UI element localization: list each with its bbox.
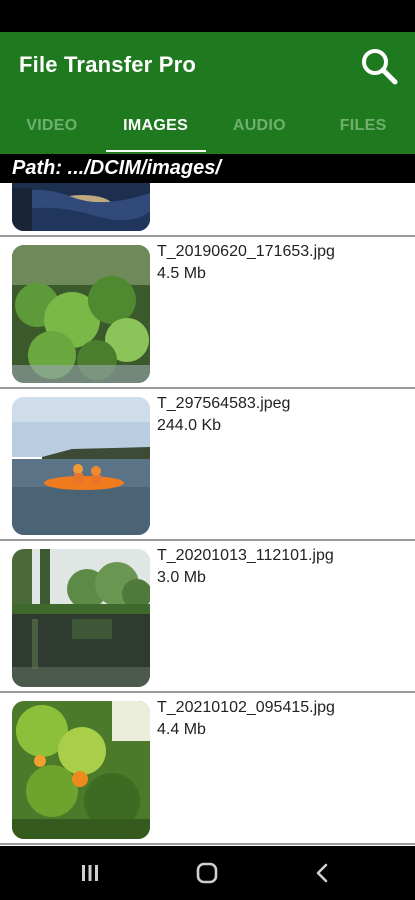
kayak-thumbnail (12, 397, 150, 535)
app-title: File Transfer Pro (19, 52, 197, 77)
list-item[interactable]: T_297564583.jpeg 244.0 Kb (0, 389, 415, 541)
list-item[interactable] (0, 183, 415, 237)
orange-tree-thumbnail (12, 701, 150, 839)
tab-files[interactable]: FILES (311, 98, 415, 154)
file-size: 244.0 Kb (157, 417, 222, 434)
pond-thumbnail (12, 549, 150, 687)
file-name: T_20201013_112101.jpg (157, 547, 334, 564)
plants-thumbnail-image (12, 245, 150, 383)
back-icon[interactable] (307, 858, 337, 888)
list-item[interactable]: T_20210102_095415.jpg 4.4 Mb (0, 693, 415, 845)
tab-audio-label: AUDIO (232, 117, 286, 134)
current-path: Path: .../DCIM/images/ (0, 154, 415, 183)
recents-icon[interactable] (75, 858, 105, 888)
sunset-thumbnail (12, 183, 150, 231)
file-size: 3.0 Mb (157, 569, 206, 586)
file-name: T_297564583.jpeg (157, 395, 291, 412)
list-item[interactable]: T_20201013_112101.jpg 3.0 Mb (0, 541, 415, 693)
home-icon[interactable] (192, 858, 222, 888)
tab-video-label: VIDEO (26, 117, 78, 134)
status-bar (0, 0, 415, 32)
search-icon[interactable] (359, 46, 399, 86)
sunset-thumbnail-image (12, 183, 150, 231)
tab-video[interactable]: VIDEO (0, 98, 104, 154)
file-list[interactable]: T_20190620_171653.jpg 4.5 Mb T_297564583… (0, 183, 415, 846)
list-item[interactable]: T_20190620_171653.jpg 4.5 Mb (0, 237, 415, 389)
file-size: 4.4 Mb (157, 721, 206, 738)
tab-images[interactable]: IMAGES (104, 98, 208, 154)
pond-thumbnail-image (12, 549, 150, 687)
kayak-thumbnail-image (12, 397, 150, 535)
app-bar: File Transfer Pro (0, 32, 415, 98)
orange-tree-thumbnail-image (12, 701, 150, 839)
tab-images-label: IMAGES (123, 117, 189, 134)
file-name: T_20190620_171653.jpg (157, 243, 335, 260)
tab-audio[interactable]: AUDIO (208, 98, 312, 154)
active-tab-indicator (105, 150, 206, 152)
tab-files-label: FILES (339, 117, 387, 134)
file-size: 4.5 Mb (157, 265, 206, 282)
plants-thumbnail (12, 245, 150, 383)
system-nav-bar (0, 846, 415, 900)
tab-bar: VIDEO IMAGES AUDIO FILES (0, 98, 415, 154)
file-name: T_20210102_095415.jpg (157, 699, 335, 716)
